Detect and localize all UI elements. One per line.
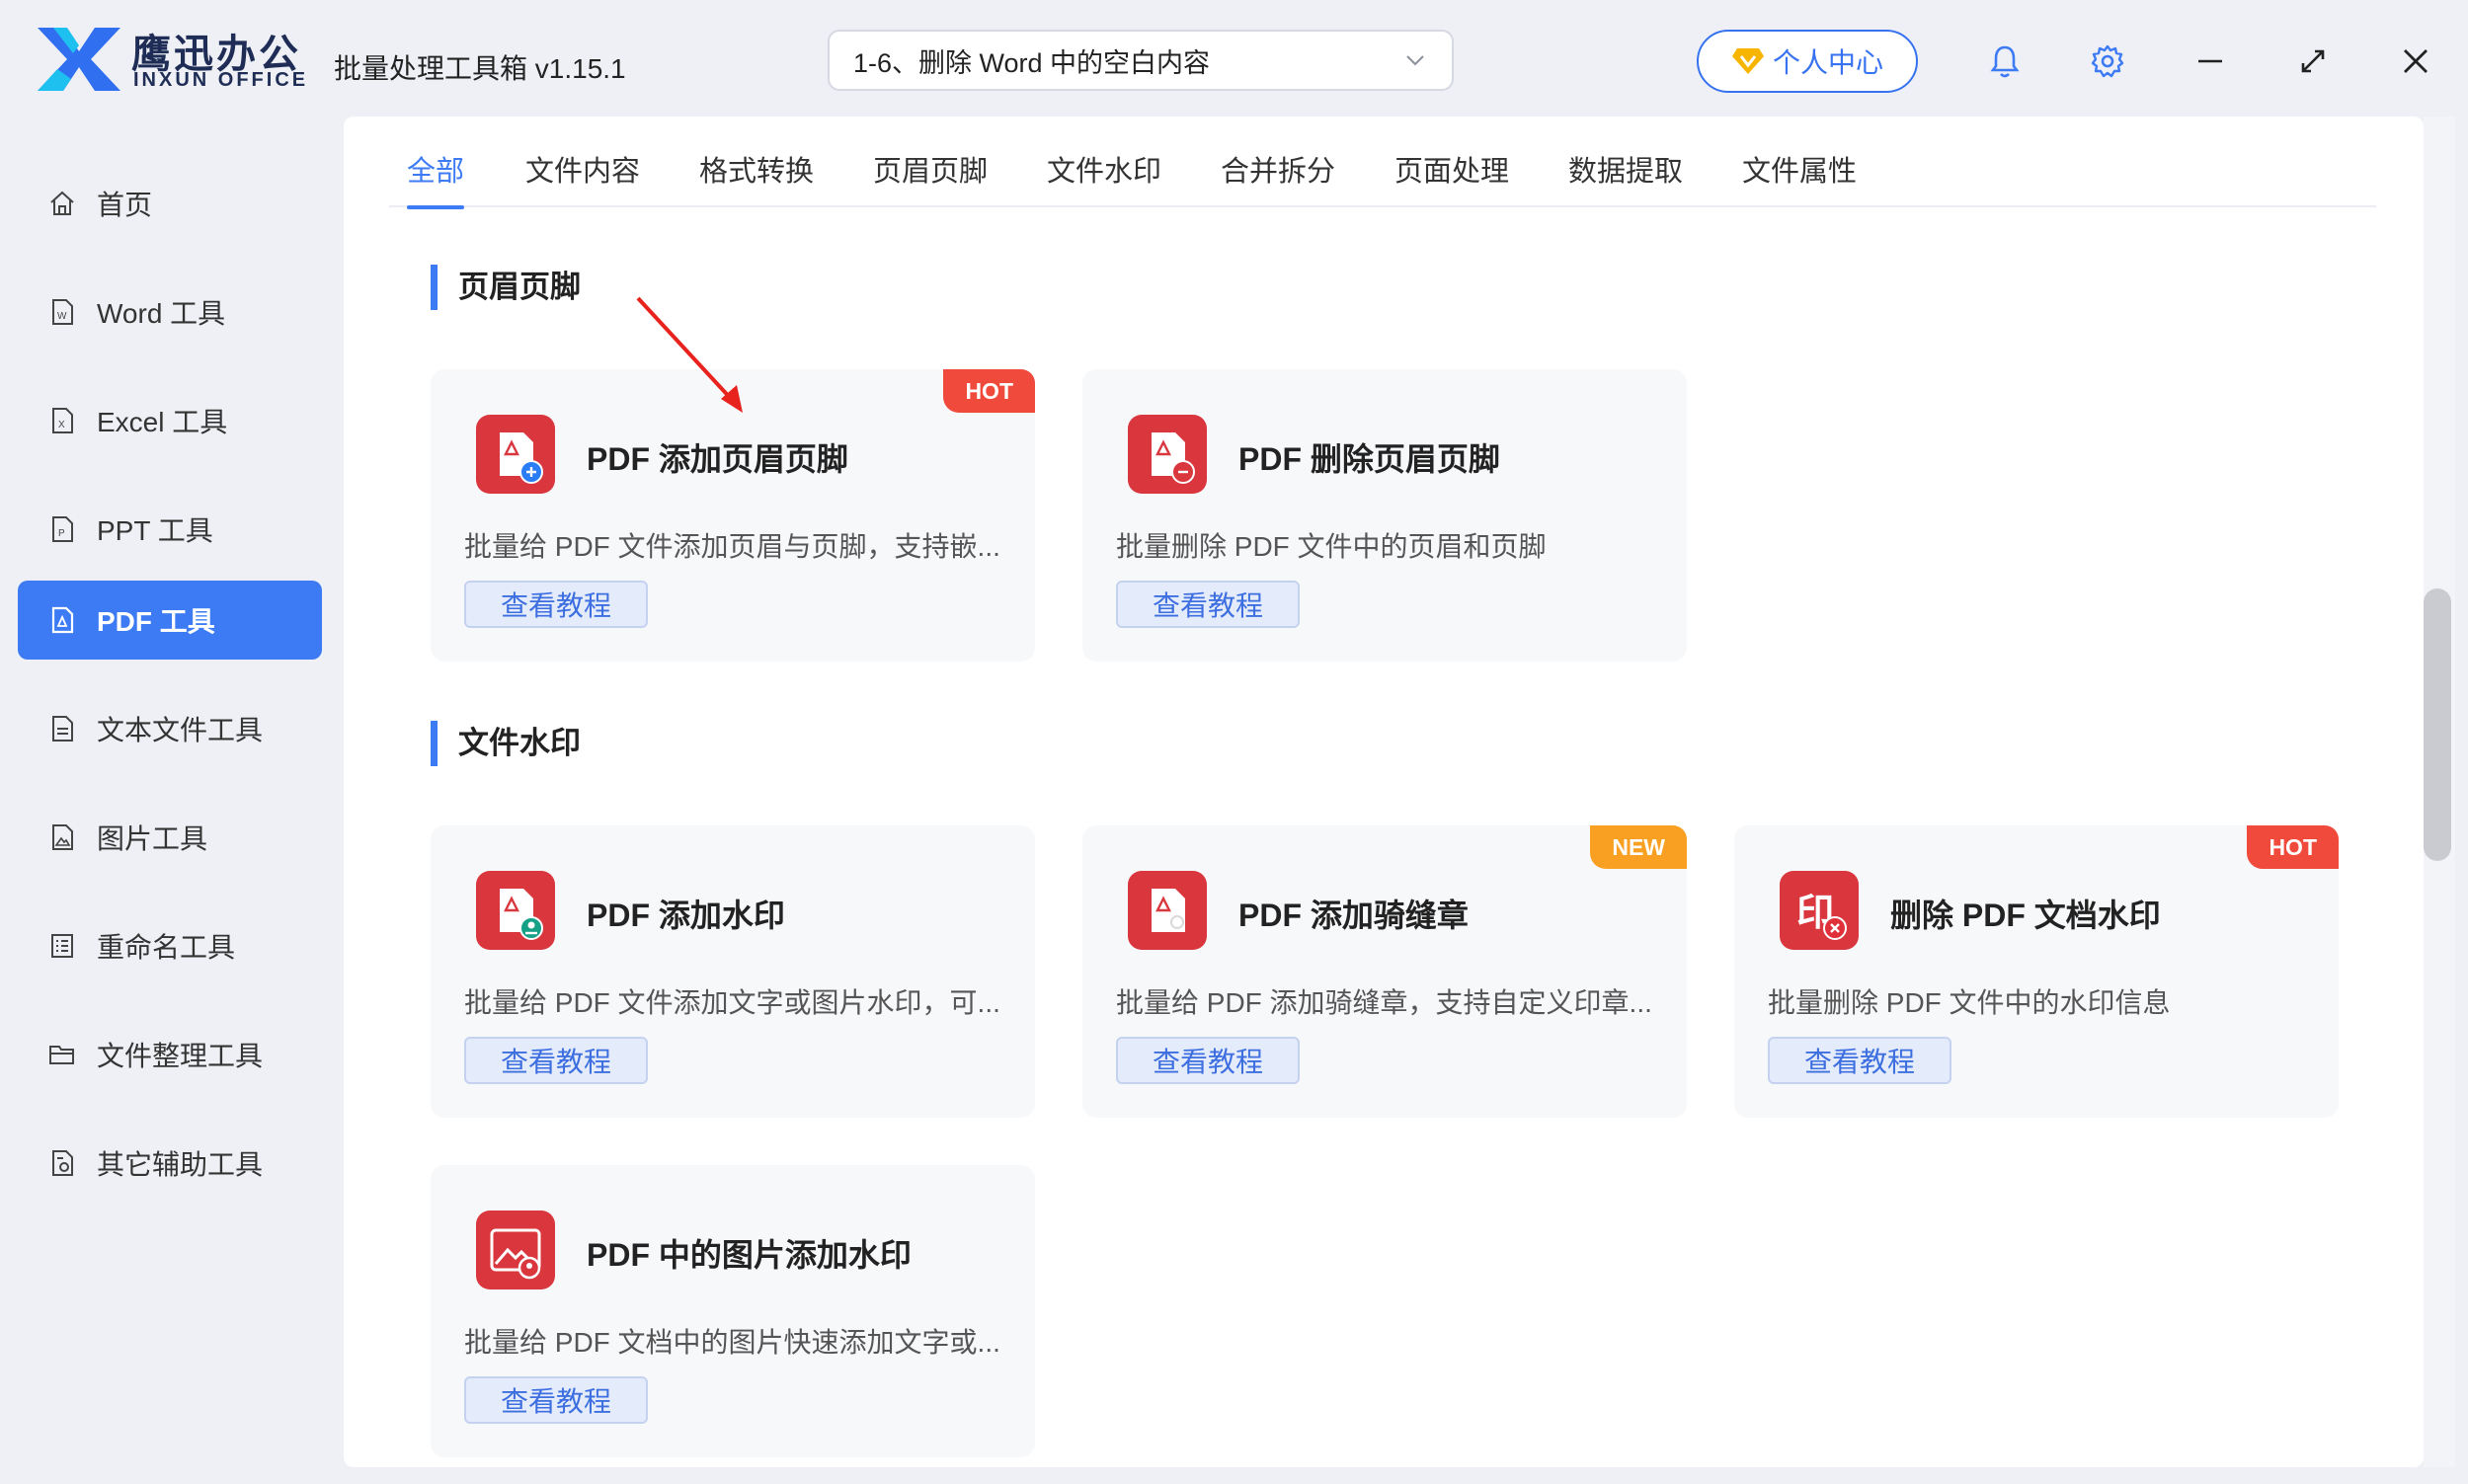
tool-card-pdf-add-header-footer[interactable]: PDF 添加页眉页脚 批量给 PDF 文件添加页眉与页脚，支持嵌... 查看教程… — [431, 369, 1035, 662]
sidebar-item-pdf[interactable]: PDF 工具 — [18, 581, 322, 660]
sidebar-item-label: 首页 — [97, 190, 153, 220]
svg-text:P: P — [58, 528, 65, 539]
view-tutorial-button[interactable]: 查看教程 — [1116, 1037, 1300, 1084]
home-icon — [50, 191, 74, 215]
user-center-button[interactable]: 个人中心 — [1697, 30, 1918, 93]
sidebar-item-label: 文本文件工具 — [97, 715, 264, 745]
view-tutorial-button[interactable]: 查看教程 — [1768, 1037, 1951, 1084]
title-bar: 鹰迅办公 INXUN OFFICE 批量处理工具箱 v1.15.1 1-6、删除… — [0, 0, 2468, 122]
pdf-seal-icon — [1128, 871, 1207, 950]
minimize-icon[interactable] — [2187, 38, 2234, 85]
new-badge: NEW — [1590, 825, 1687, 869]
sidebar: 首页 W Word 工具 X Excel 工具 P PPT 工具 PDF 工具 … — [0, 122, 326, 1484]
sidebar-item-word[interactable]: W Word 工具 — [18, 273, 322, 351]
scrollbar-thumb[interactable] — [2424, 588, 2451, 861]
pdf-file-icon — [51, 606, 74, 634]
sidebar-item-other[interactable]: 其它辅助工具 — [18, 1124, 322, 1203]
view-tutorial-button[interactable]: 查看教程 — [464, 1037, 648, 1084]
sidebar-item-label: Word 工具 — [97, 298, 226, 329]
tab-format-conversion[interactable]: 格式转换 — [699, 144, 814, 207]
tab-all[interactable]: 全部 — [407, 144, 465, 209]
card-description: 批量删除 PDF 文件中的页眉和页脚 — [1116, 531, 1547, 562]
rename-icon — [51, 934, 73, 958]
tool-card-pdf-image-watermark[interactable]: PDF 中的图片添加水印 批量给 PDF 文档中的图片快速添加文字或... 查看… — [431, 1165, 1035, 1457]
folder-icon — [49, 1046, 74, 1064]
ppt-file-icon: P — [52, 516, 73, 542]
tab-merge-split[interactable]: 合并拆分 — [1221, 144, 1335, 207]
word-file-icon: W — [52, 299, 73, 325]
tab-file-properties[interactable]: 文件属性 — [1742, 144, 1857, 207]
pdf-watermark-icon — [476, 871, 555, 950]
tool-card-remove-pdf-watermark[interactable]: 印 删除 PDF 文档水印 批量删除 PDF 文件中的水印信息 查看教程 HOT — [1734, 825, 2339, 1118]
tool-card-pdf-remove-header-footer[interactable]: PDF 删除页眉页脚 批量删除 PDF 文件中的页眉和页脚 查看教程 — [1082, 369, 1687, 662]
chevron-down-icon — [1406, 55, 1424, 66]
card-description: 批量给 PDF 文件添加页眉与页脚，支持嵌... — [464, 531, 1000, 562]
maximize-icon[interactable] — [2289, 38, 2337, 85]
sidebar-item-excel[interactable]: X Excel 工具 — [18, 381, 322, 460]
svg-text:W: W — [57, 311, 67, 322]
tab-page-processing[interactable]: 页面处理 — [1394, 144, 1509, 207]
sidebar-item-label: 重命名工具 — [97, 932, 236, 963]
inxun-logo — [38, 28, 120, 91]
sidebar-item-label: Excel 工具 — [97, 407, 228, 437]
card-description: 批量给 PDF 文件添加文字或图片水印，可... — [464, 987, 1000, 1018]
sidebar-item-label: 其它辅助工具 — [97, 1149, 264, 1180]
card-title: PDF 添加骑缝章 — [1238, 898, 1469, 933]
tab-file-content[interactable]: 文件内容 — [525, 144, 640, 207]
card-description: 批量删除 PDF 文件中的水印信息 — [1768, 987, 2171, 1018]
remove-watermark-icon: 印 — [1780, 871, 1859, 950]
tab-data-extraction[interactable]: 数据提取 — [1568, 144, 1683, 207]
close-icon[interactable] — [2392, 38, 2439, 85]
task-dropdown[interactable]: 1-6、删除 Word 中的空白内容 — [828, 30, 1454, 91]
sidebar-item-label: PDF 工具 — [97, 606, 215, 637]
pdf-add-icon — [476, 415, 555, 494]
task-dropdown-value: 1-6、删除 Word 中的空白内容 — [853, 47, 1211, 78]
section-title-watermark: 文件水印 — [431, 721, 581, 766]
category-tabs: 全部 文件内容 格式转换 页眉页脚 文件水印 合并拆分 页面处理 数据提取 文件… — [389, 144, 2376, 209]
user-center-label: 个人中心 — [1772, 47, 1883, 78]
sidebar-item-label: PPT 工具 — [97, 515, 213, 546]
tool-card-pdf-add-seal[interactable]: PDF 添加骑缝章 批量给 PDF 添加骑缝章，支持自定义印章... 查看教程 … — [1082, 825, 1687, 1118]
section-title-header-footer: 页眉页脚 — [431, 265, 581, 310]
view-tutorial-button[interactable]: 查看教程 — [464, 581, 648, 628]
diamond-icon — [1731, 48, 1764, 74]
card-title: 删除 PDF 文档水印 — [1890, 898, 2161, 933]
main-panel: 全部 文件内容 格式转换 页眉页脚 文件水印 合并拆分 页面处理 数据提取 文件… — [344, 117, 2424, 1467]
image-watermark-icon — [476, 1211, 555, 1289]
image-file-icon — [52, 824, 73, 850]
sidebar-item-label: 文件整理工具 — [97, 1041, 264, 1071]
bell-icon[interactable] — [1981, 38, 2029, 85]
settings-gear-icon[interactable] — [2084, 38, 2131, 85]
card-title: PDF 中的图片添加水印 — [587, 1237, 912, 1273]
tool-card-pdf-add-watermark[interactable]: PDF 添加水印 批量给 PDF 文件添加文字或图片水印，可... 查看教程 — [431, 825, 1035, 1118]
hot-badge: HOT — [943, 369, 1035, 413]
view-tutorial-button[interactable]: 查看教程 — [464, 1376, 648, 1424]
pdf-remove-icon — [1128, 415, 1207, 494]
sidebar-item-label: 图片工具 — [97, 823, 208, 854]
card-title: PDF 删除页眉页脚 — [1238, 441, 1500, 477]
text-file-icon — [52, 716, 73, 742]
view-tutorial-button[interactable]: 查看教程 — [1116, 581, 1300, 628]
sidebar-item-text[interactable]: 文本文件工具 — [18, 689, 322, 768]
card-title: PDF 添加页眉页脚 — [587, 441, 848, 477]
tab-header-footer[interactable]: 页眉页脚 — [873, 144, 988, 207]
tools-icon — [52, 1150, 73, 1176]
tab-watermark[interactable]: 文件水印 — [1047, 144, 1161, 207]
sidebar-item-organize[interactable]: 文件整理工具 — [18, 1015, 322, 1094]
card-description: 批量给 PDF 文档中的图片快速添加文字或... — [464, 1327, 1000, 1358]
card-description: 批量给 PDF 添加骑缝章，支持自定义印章... — [1116, 987, 1652, 1018]
card-title: PDF 添加水印 — [587, 898, 785, 933]
sidebar-item-ppt[interactable]: P PPT 工具 — [18, 490, 322, 569]
sidebar-item-image[interactable]: 图片工具 — [18, 798, 322, 877]
sidebar-item-home[interactable]: 首页 — [18, 164, 322, 243]
app-title: 批量处理工具箱 v1.15.1 — [334, 53, 626, 84]
excel-file-icon: X — [52, 408, 73, 433]
svg-text:X: X — [58, 420, 65, 430]
sidebar-item-rename[interactable]: 重命名工具 — [18, 906, 322, 985]
brand-subtitle: INXUN OFFICE — [133, 69, 309, 91]
hot-badge: HOT — [2247, 825, 2339, 869]
